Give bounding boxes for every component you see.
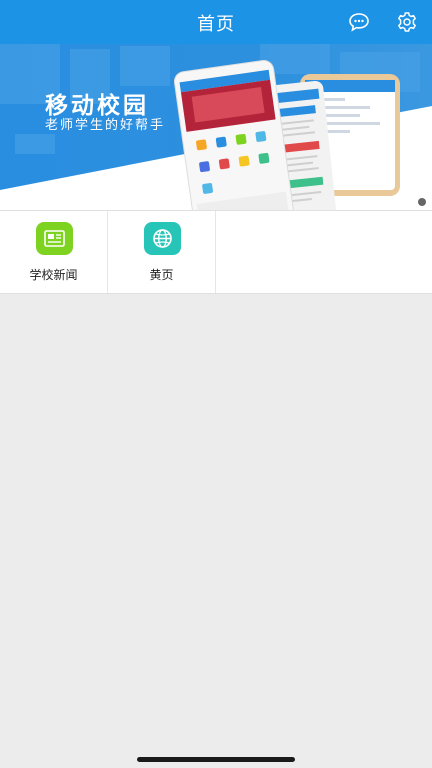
carousel-indicator-dot[interactable] [418,198,426,206]
banner-subtitle: 老师学生的好帮手 [45,118,166,133]
gear-icon[interactable] [395,10,419,34]
top-nav-bar: 首页 [0,0,432,44]
app-screen: 首页 移动校园 老师学生的好帮手 学校新闻 黄页 [0,0,432,768]
grid-item-label: 黄页 [149,268,174,282]
promo-banner[interactable]: 移动校园 老师学生的好帮手 [0,44,432,210]
quick-access-grid: 学校新闻 黄页 [0,210,432,294]
grid-item-yellow-pages[interactable]: 黄页 [108,211,216,293]
news-icon [36,222,73,255]
grid-item-label: 学校新闻 [29,268,78,282]
chat-bubble-icon[interactable] [347,10,371,34]
home-indicator[interactable] [137,757,295,762]
grid-item-school-news[interactable]: 学校新闻 [0,211,108,293]
globe-icon [144,222,181,255]
